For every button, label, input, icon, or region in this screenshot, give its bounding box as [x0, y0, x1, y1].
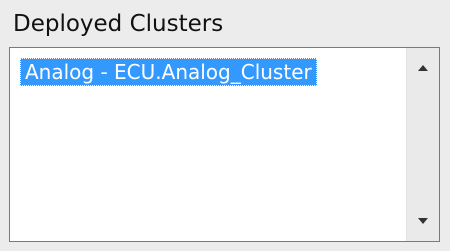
list-area[interactable]: Analog - ECU.Analog_Cluster — [10, 48, 406, 241]
scroll-down-button[interactable] — [407, 205, 439, 237]
deployed-clusters-title: Deployed Clusters — [13, 11, 224, 37]
arrow-up-icon — [418, 65, 428, 71]
vertical-scrollbar[interactable] — [406, 48, 439, 241]
deployed-clusters-listbox[interactable]: Analog - ECU.Analog_Cluster — [9, 47, 440, 242]
scroll-up-button[interactable] — [407, 52, 439, 84]
list-item[interactable]: Analog - ECU.Analog_Cluster — [20, 58, 317, 86]
arrow-down-icon — [418, 218, 428, 224]
